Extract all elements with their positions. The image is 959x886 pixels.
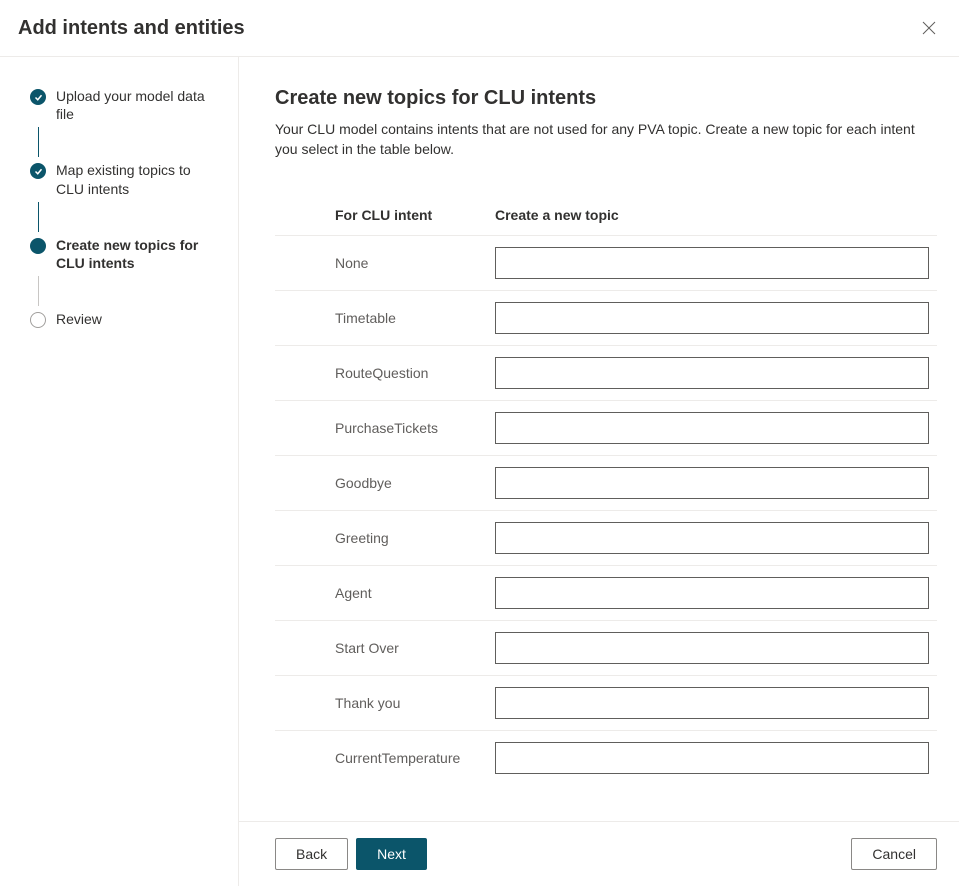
step-connector [38,202,39,232]
column-header-topic: Create a new topic [495,207,619,223]
topic-input[interactable] [495,357,929,389]
next-button[interactable]: Next [356,838,427,870]
table-row: RouteQuestion [275,345,937,400]
topic-input[interactable] [495,522,929,554]
topic-cell [495,632,929,664]
topic-input[interactable] [495,687,929,719]
intent-cell: RouteQuestion [275,365,495,381]
step-label: Review [56,310,102,328]
topic-cell [495,412,929,444]
table-row: PurchaseTickets [275,400,937,455]
table-header: For CLU intent Create a new topic [275,207,937,235]
page-title: Create new topics for CLU intents [275,87,937,110]
topic-cell [495,742,929,774]
intent-cell: CurrentTemperature [275,750,495,766]
topic-input[interactable] [495,742,929,774]
step-create: Create new topics for CLU intents [30,236,218,272]
content-area: Create new topics for CLU intents Your C… [239,57,959,821]
intents-table: For CLU intent Create a new topic None Ti… [275,207,937,785]
topic-input[interactable] [495,632,929,664]
table-row: Timetable [275,290,937,345]
intent-cell: Goodbye [275,475,495,491]
step-connector [38,276,39,306]
main-panel: Create new topics for CLU intents Your C… [239,57,959,886]
step-label: Upload your model data file [56,87,206,123]
step-label: Create new topics for CLU intents [56,236,206,272]
intent-cell: PurchaseTickets [275,420,495,436]
close-icon [921,20,937,36]
step-map: Map existing topics to CLU intents [30,161,218,197]
topic-input[interactable] [495,302,929,334]
footer-left-buttons: Back Next [275,838,427,870]
dialog-body: Upload your model data file Map existing… [0,57,959,886]
intent-cell: Start Over [275,640,495,656]
intent-cell: None [275,255,495,271]
back-button[interactable]: Back [275,838,348,870]
check-icon [30,89,46,105]
dialog-footer: Back Next Cancel [239,821,959,886]
step-upload: Upload your model data file [30,87,218,123]
intent-cell: Greeting [275,530,495,546]
dialog-title: Add intents and entities [18,17,245,40]
step-review: Review [30,310,218,328]
check-icon [30,163,46,179]
page-description: Your CLU model contains intents that are… [275,120,937,159]
table-row: Agent [275,565,937,620]
table-row: Greeting [275,510,937,565]
topic-cell [495,577,929,609]
table-row: Goodbye [275,455,937,510]
step-label: Map existing topics to CLU intents [56,161,206,197]
wizard-sidebar: Upload your model data file Map existing… [0,57,239,886]
topic-input[interactable] [495,412,929,444]
current-step-icon [30,238,46,254]
topic-input[interactable] [495,577,929,609]
topic-cell [495,247,929,279]
topic-cell [495,357,929,389]
column-header-intent: For CLU intent [275,207,495,223]
topic-cell [495,687,929,719]
topic-cell [495,522,929,554]
topic-cell [495,467,929,499]
table-row: Start Over [275,620,937,675]
step-connector [38,127,39,157]
table-row: CurrentTemperature [275,730,937,785]
dialog-header: Add intents and entities [0,0,959,57]
cancel-button[interactable]: Cancel [851,838,937,870]
intent-cell: Agent [275,585,495,601]
topic-input[interactable] [495,247,929,279]
topic-input[interactable] [495,467,929,499]
close-button[interactable] [917,16,941,40]
topic-cell [495,302,929,334]
intent-cell: Timetable [275,310,495,326]
pending-step-icon [30,312,46,328]
intent-cell: Thank you [275,695,495,711]
table-row: None [275,235,937,290]
table-row: Thank you [275,675,937,730]
